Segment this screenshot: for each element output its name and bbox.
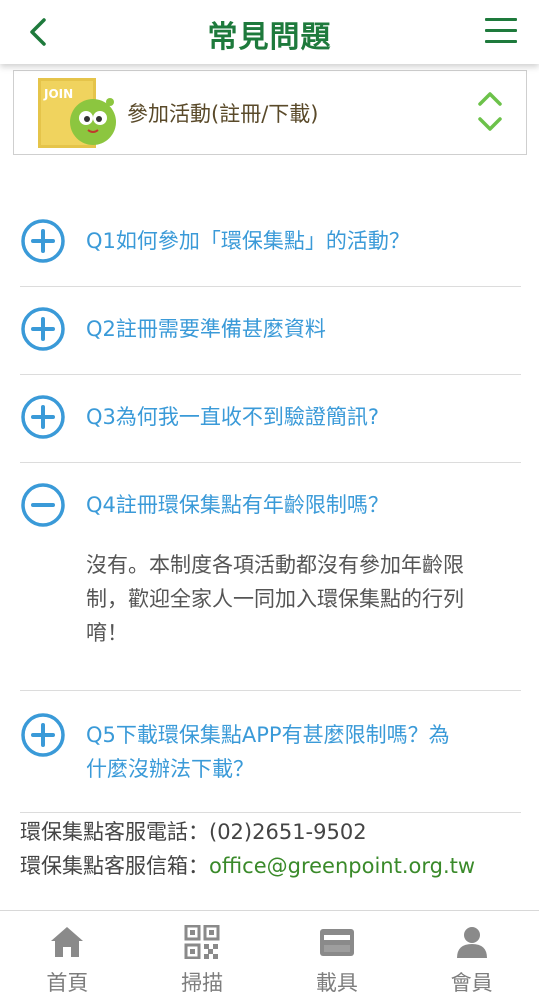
card-icon [319,929,354,956]
contact-email-link[interactable]: office@greenpoint.org.tw [209,854,475,878]
faq-item-q1[interactable]: Q1如何參加「環保集點」的活動？ [20,218,520,264]
hamburger-icon [485,18,517,21]
divider [20,462,521,463]
faq-question: Q3為何我一直收不到驗證簡訊? [86,405,380,429]
nav-item-member[interactable]: 會員 [404,911,539,1000]
minus-circle-icon [21,483,65,527]
page-title: 常見問題 [207,20,332,55]
faq-question: Q4註冊環保集點有年齡限制嗎？ [86,493,389,517]
plus-circle-icon [21,307,65,351]
faq-question: Q1如何參加「環保集點」的活動？ [86,229,410,253]
join-mascot-image: JOIN [38,78,116,148]
contact-email-label: 環保集點客服信箱： [20,854,209,878]
faq-item-q2[interactable]: Q2註冊需要準備甚麼資料 [20,306,520,352]
nav-label-home: 首頁 [46,971,89,995]
contact-phone-row: 環保集點客服電話：(02)2651-9502 [20,815,520,849]
menu-button[interactable] [485,15,519,47]
contact-phone-label: 環保集點客服電話： [20,820,209,844]
category-selector[interactable]: JOIN 參加活動(註冊/下載) [13,70,527,155]
faq-question: Q2註冊需要準備甚麼資料 [86,317,326,341]
nav-item-carrier[interactable]: 載具 [270,911,405,1000]
faq-item-q3[interactable]: Q3為何我一直收不到驗證簡訊? [20,394,520,440]
faq-question: Q5下載環保集點APP有甚麼限制嗎？為 什麼沒辦法下載？ [86,723,450,781]
divider [20,286,521,287]
divider [20,690,521,691]
faq-answer-line: 唷！ [86,621,128,645]
nav-label-carrier: 載具 [315,971,358,995]
faq-item-q4[interactable]: Q4註冊環保集點有年齡限制嗎？ [20,482,520,528]
contact-phone[interactable]: (02)2651-9502 [209,820,367,844]
nav-item-scan[interactable]: 掃描 [135,911,270,1000]
bottom-nav: 首頁 掃描 載具 會員 [0,910,539,1000]
app-header: 常見問題 [0,0,539,64]
nav-label-scan: 掃描 [181,971,224,995]
contact-info: 環保集點客服電話：(02)2651-9502 環保集點客服信箱：office@g… [20,815,520,883]
nav-item-home[interactable]: 首頁 [0,911,135,1000]
plus-circle-icon [21,219,65,263]
expand-toggle-icon[interactable] [476,89,504,137]
faq-answer-line: 制，歡迎全家人一同加入環保集點的行列 [86,587,464,611]
faq-item-q5[interactable]: Q5下載環保集點APP有甚麼限制嗎？為 什麼沒辦法下載？ [20,712,520,786]
nav-label-member: 會員 [450,971,493,995]
contact-email-row: 環保集點客服信箱：office@greenpoint.org.tw [20,849,520,883]
category-label: 參加活動(註冊/下載) [127,102,319,126]
user-icon [456,927,487,958]
divider [20,374,521,375]
join-logo-text: JOIN [43,87,73,101]
faq-answer-line: 沒有。本制度各項活動都沒有參加年齡限 [86,553,464,577]
home-icon [51,927,84,957]
divider [20,812,521,813]
faq-answer: 沒有。本制度各項活動都沒有參加年齡限 制，歡迎全家人一同加入環保集點的行列 唷！ [86,548,526,650]
qr-code-icon [184,925,220,959]
plus-circle-icon [21,395,65,439]
plus-circle-icon [21,713,65,757]
